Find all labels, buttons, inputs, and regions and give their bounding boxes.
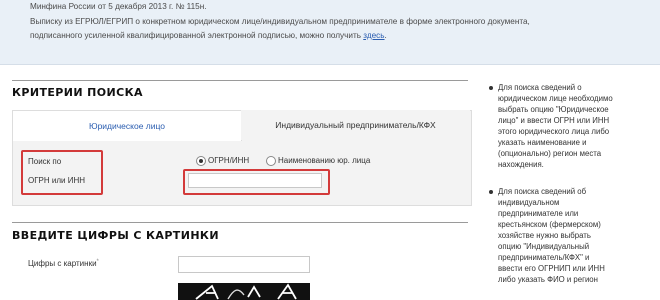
help-line: нахождения. [498, 160, 544, 169]
radio-entity-name-label: Наименованию юр. лица [278, 156, 371, 165]
help-line: (опционально) регион места [498, 149, 602, 158]
help-line: этого юридического лица либо [498, 127, 610, 136]
captcha-glyphs [195, 283, 297, 300]
help-line: предприниматель/КФХ" и [498, 253, 590, 262]
bullet-icon [489, 86, 493, 90]
captcha-input[interactable] [178, 256, 310, 273]
help-line: крестьянском (фермерском) [498, 220, 601, 229]
help-item-entrepreneur: Для поиска сведений об индивидуальном пр… [489, 186, 605, 285]
extract-info-line1: Выписку из ЕГРЮЛ/ЕГРИП о конкретном юрид… [30, 17, 530, 26]
help-line: указать наименование и [498, 138, 587, 147]
help-line: выбрать опцию "Юридическое [498, 105, 609, 114]
search-by-label-line2: ОГРН или ИНН [28, 176, 86, 185]
extract-info-text: подписанного усиленной квалифицированной… [30, 31, 364, 40]
radio-entity-name[interactable] [266, 156, 276, 166]
captcha-image [178, 283, 310, 300]
help-line: Для поиска сведений о [498, 83, 582, 92]
section-divider [12, 222, 468, 223]
section-divider [12, 80, 468, 81]
help-line: либо указать ФИО и регион [498, 275, 598, 284]
regulation-note: Минфина России от 5 декабря 2013 г. № 11… [30, 2, 207, 11]
info-banner: Минфина России от 5 декабря 2013 г. № 11… [0, 0, 660, 65]
help-line: хозяйстве нужно выбрать [498, 231, 591, 240]
help-line: индивидуальном [498, 198, 560, 207]
help-line: предпринимателе или [498, 209, 579, 218]
help-line: юридическом лице необходимо [498, 94, 613, 103]
extract-link[interactable]: здесь [363, 31, 384, 40]
help-line: Для поиска сведений об [498, 187, 587, 196]
captcha-field-label: Цифры с картинки* [28, 259, 99, 268]
captcha-label-text: Цифры с картинки [28, 259, 97, 268]
extract-info-period: . [384, 31, 387, 40]
help-line: опцию "Индивидуальный [498, 242, 590, 251]
ogrn-inn-input[interactable] [188, 173, 322, 188]
captcha-title: ВВЕДИТЕ ЦИФРЫ С КАРТИНКИ [12, 229, 219, 242]
required-mark: * [96, 259, 99, 265]
search-by-label-line1: Поиск по [28, 157, 62, 166]
help-line: ввести его ОГРНИП или ИНН [498, 264, 605, 273]
tab-individual-entrepreneur[interactable]: Индивидуальный предприниматель/КФХ [241, 110, 470, 140]
tab-legal-entity[interactable]: Юридическое лицо [12, 110, 242, 141]
help-line: лицо" и ввести ОГРН или ИНН [498, 116, 610, 125]
bullet-icon [489, 190, 493, 194]
help-item-legal-entity: Для поиска сведений о юридическом лице н… [489, 82, 613, 170]
search-criteria-title: КРИТЕРИИ ПОИСКА [12, 86, 143, 99]
radio-ogrn-inn-label: ОГРН/ИНН [208, 156, 250, 165]
extract-info-line2: подписанного усиленной квалифицированной… [30, 31, 387, 40]
radio-ogrn-inn[interactable] [196, 156, 206, 166]
